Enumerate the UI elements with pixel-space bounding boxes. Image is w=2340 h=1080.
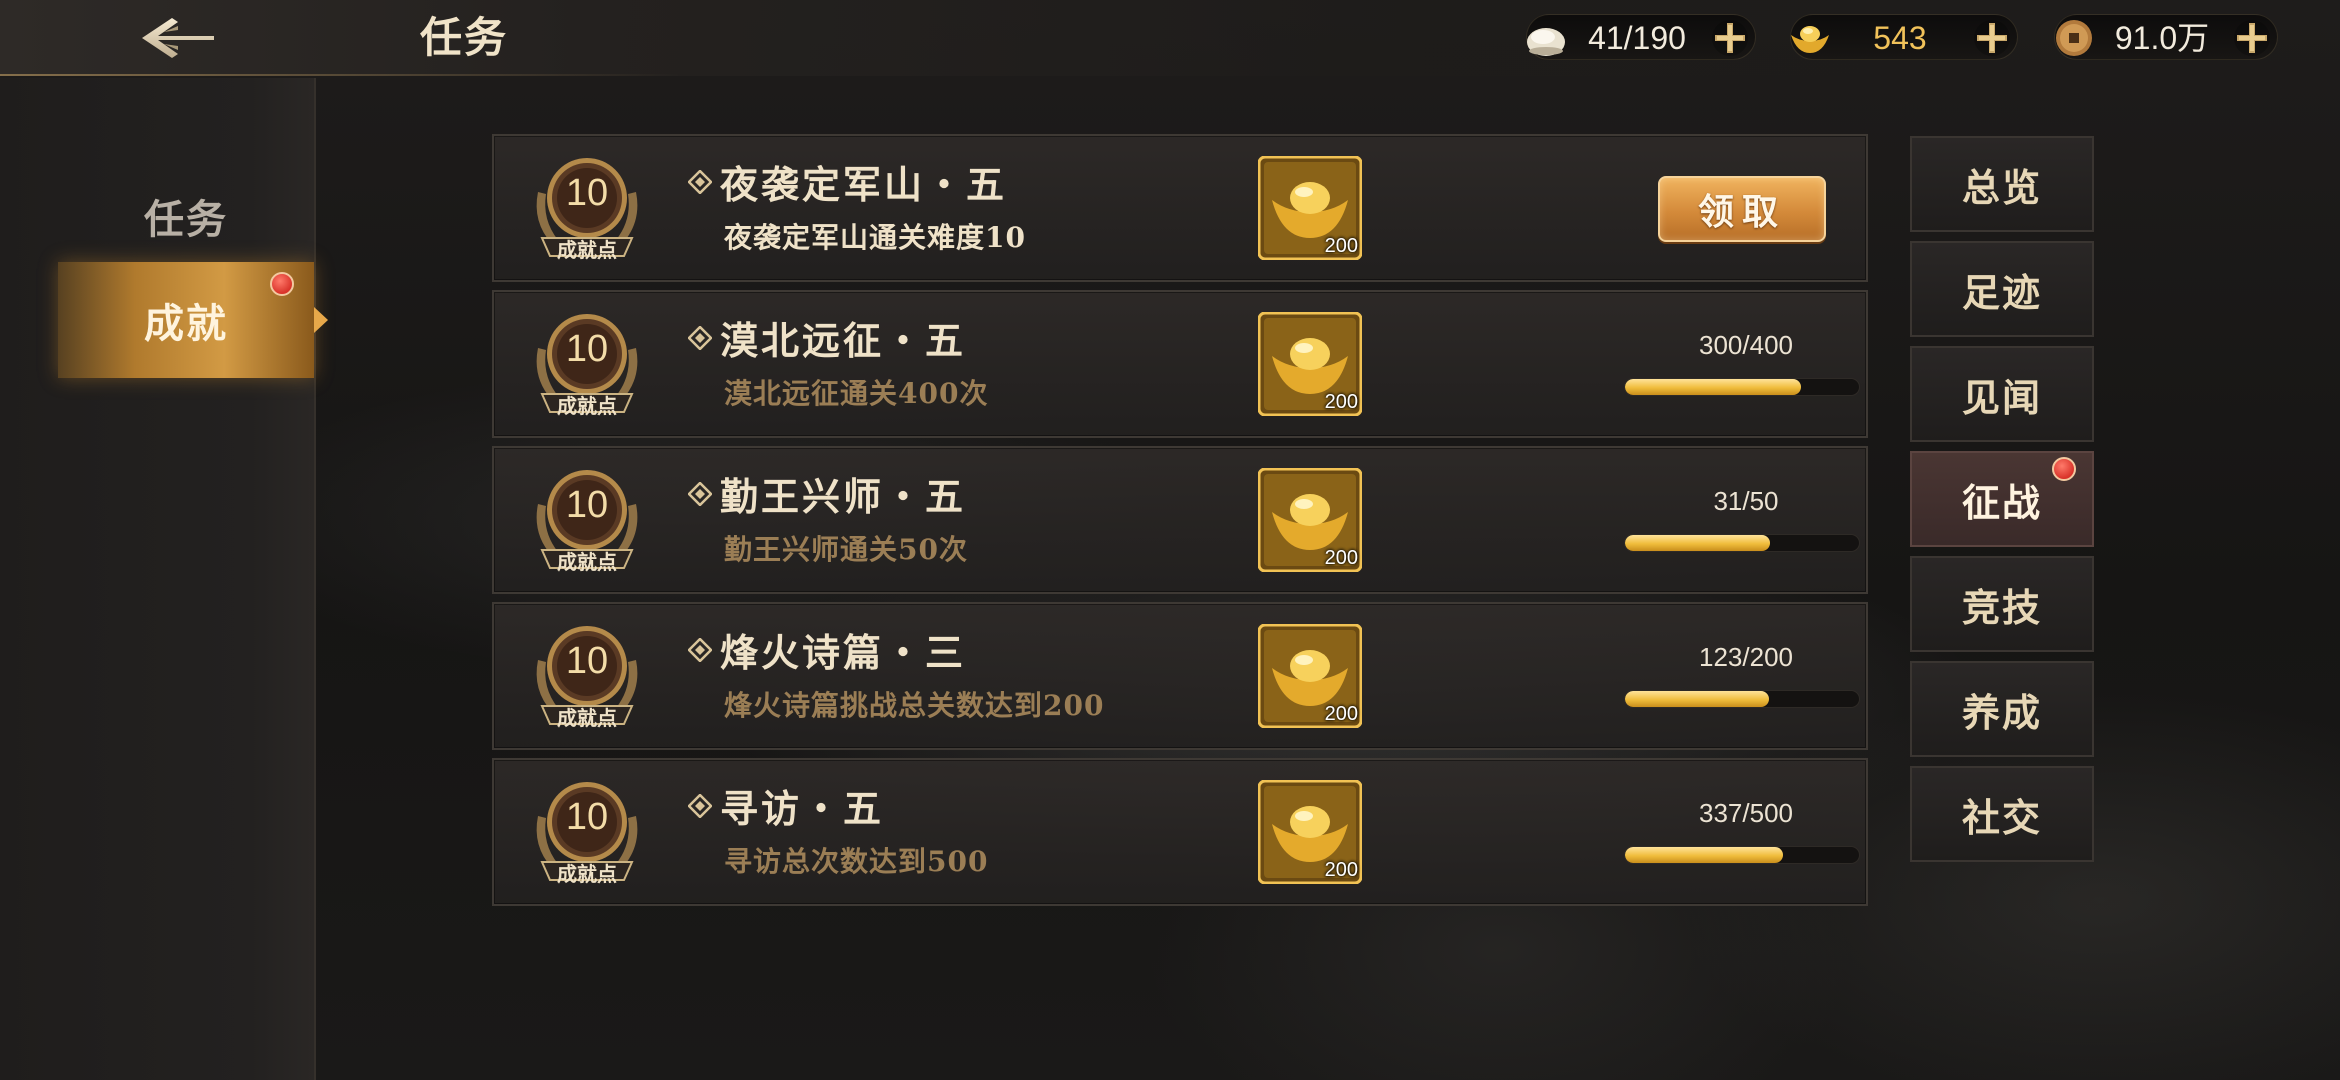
reward-item[interactable]: 200 (1257, 311, 1363, 417)
diamond-bullet-icon (688, 326, 712, 350)
notification-badge (270, 272, 294, 296)
reward-count: 200 (1324, 859, 1358, 881)
bun-icon (1527, 28, 1565, 56)
achievement-description: 夜袭定军山通关难度10 (724, 221, 1026, 254)
tab-label: 总览 (1961, 164, 2042, 210)
points-label: 成就点 (557, 862, 617, 886)
progress-bar (1624, 690, 1860, 708)
progress-fill (1625, 847, 1783, 863)
tab-label: 社交 (1961, 794, 2042, 840)
points-label: 成就点 (557, 238, 617, 262)
back-button[interactable] (138, 12, 218, 64)
achievement-points-medal: 10 成就点 (528, 152, 646, 270)
progress-bar (1624, 534, 1860, 552)
tab-label: 征战 (1961, 479, 2042, 525)
achievement-row: 10 成就点 烽火诗篇・三 烽火诗篇挑战总关数达到200 200 123/200 (492, 602, 1868, 750)
nav-item-label: 任务 (144, 196, 228, 243)
tab-arena[interactable]: 竞技 (1910, 556, 2094, 652)
tab-label: 见闻 (1961, 374, 2042, 420)
resource-coins: 91.0万 (2054, 14, 2278, 60)
tab-social[interactable]: 社交 (1910, 766, 2094, 862)
achievement-points-medal: 10 成就点 (528, 620, 646, 738)
achievement-row: 10 成就点 寻访・五 寻访总次数达到500 200 337/500 (492, 758, 1868, 906)
achievement-description: 漠北远征通关400次 (724, 377, 989, 410)
resource-stamina: 41/190 (1526, 14, 1756, 60)
reward-count: 200 (1324, 391, 1358, 413)
tab-growth[interactable]: 养成 (1910, 661, 2094, 757)
progress-fill (1625, 379, 1801, 395)
achievement-title: 烽火诗篇・三 (720, 630, 967, 675)
progress-fill (1625, 691, 1769, 707)
add-stamina-button[interactable] (1709, 17, 1751, 59)
reward-count: 200 (1324, 547, 1358, 569)
reward-count: 200 (1324, 703, 1358, 725)
progress-fill (1625, 535, 1771, 551)
top-bar: 任务 41/190 543 91.0万 (0, 0, 2340, 76)
progress-text: 300/400 (1699, 330, 1793, 360)
diamond-bullet-icon (688, 170, 712, 194)
points-value: 10 (565, 796, 609, 838)
reward-item[interactable]: 200 (1257, 779, 1363, 885)
progress-bar (1624, 378, 1860, 396)
achievement-points-medal: 10 成就点 (528, 308, 646, 426)
tab-label: 足迹 (1961, 269, 2042, 315)
progress-bar (1624, 846, 1860, 864)
notification-badge (2052, 457, 2076, 481)
copper-coin-icon (2056, 20, 2092, 56)
achievement-points-medal: 10 成就点 (528, 776, 646, 894)
resource-value: 543 (1873, 20, 1927, 56)
achievement-title: 夜袭定军山・五 (720, 162, 1008, 207)
reward-item[interactable]: 200 (1257, 467, 1363, 573)
add-coins-button[interactable] (2231, 17, 2273, 59)
page-title: 任务 (420, 13, 509, 62)
resource-value: 41/190 (1588, 20, 1686, 56)
progress-text: 123/200 (1699, 642, 1793, 672)
progress-text: 337/500 (1699, 798, 1793, 828)
claim-button[interactable]: 领取 (1658, 176, 1826, 242)
tab-footprints[interactable]: 足迹 (1910, 241, 2094, 337)
achievement-row: 10 成就点 夜袭定军山・五 夜袭定军山通关难度10 200 领取 (492, 134, 1868, 282)
resource-gold: 543 (1790, 14, 2018, 60)
achievement-title: 漠北远征・五 (720, 318, 967, 363)
points-label: 成就点 (557, 706, 617, 730)
achievement-row: 10 成就点 漠北远征・五 漠北远征通关400次 200 300/400 (492, 290, 1868, 438)
points-value: 10 (565, 640, 609, 682)
points-label: 成就点 (557, 550, 617, 574)
nav-item-tasks[interactable]: 任务 (58, 158, 314, 274)
nav-item-achievements[interactable]: 成就 (58, 262, 328, 378)
progress-text: 31/50 (1713, 486, 1779, 516)
achievement-title: 寻访・五 (720, 786, 885, 831)
resource-value: 91.0万 (2114, 20, 2210, 56)
nav-item-label: 成就 (144, 300, 228, 347)
achievement-points-medal: 10 成就点 (528, 464, 646, 582)
points-label: 成就点 (557, 394, 617, 418)
achievement-description: 勤王兴师通关50次 (724, 533, 968, 566)
diamond-bullet-icon (688, 638, 712, 662)
points-value: 10 (565, 328, 609, 370)
tab-insights[interactable]: 见闻 (1910, 346, 2094, 442)
back-arrow-icon (142, 18, 214, 58)
diamond-bullet-icon (688, 482, 712, 506)
gold-ingot-icon (1791, 26, 1829, 53)
achievement-description: 寻访总次数达到500 (724, 845, 989, 878)
points-value: 10 (565, 172, 609, 214)
tab-overview[interactable]: 总览 (1910, 136, 2094, 232)
tab-label: 养成 (1961, 689, 2042, 735)
reward-item[interactable]: 200 (1257, 623, 1363, 729)
reward-item[interactable]: 200 (1257, 155, 1363, 261)
add-gold-button[interactable] (1971, 17, 2013, 59)
reward-count: 200 (1324, 235, 1358, 257)
tab-label: 竞技 (1961, 584, 2042, 630)
achievement-description: 烽火诗篇挑战总关数达到200 (724, 689, 1105, 722)
points-value: 10 (565, 484, 609, 526)
achievement-row: 10 成就点 勤王兴师・五 勤王兴师通关50次 200 31/50 (492, 446, 1868, 594)
left-nav: 任务 成就 (0, 78, 328, 1080)
diamond-bullet-icon (688, 794, 712, 818)
tab-campaign[interactable]: 征战 (1910, 451, 2094, 547)
achievement-title: 勤王兴师・五 (720, 474, 967, 519)
